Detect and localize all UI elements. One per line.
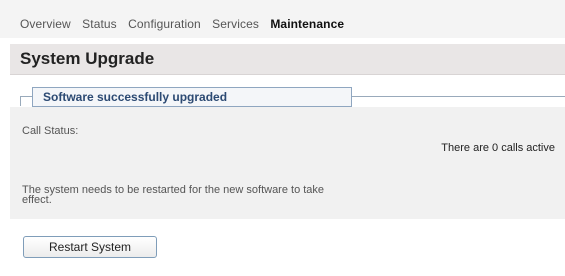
status-legend-text: Software successfully upgraded [43,90,228,104]
nav-configuration[interactable]: Configuration [128,17,201,31]
nav-status[interactable]: Status [82,17,117,31]
call-status-label: Call Status: [22,125,79,137]
restart-note: The system needs to be restarted for the… [22,184,325,206]
nav-maintenance[interactable]: Maintenance [270,17,344,31]
page-title-bar: System Upgrade [10,44,565,75]
restart-system-button[interactable]: Restart System [23,236,157,258]
call-status-value: There are 0 calls active [441,142,555,154]
call-status-section: Call Status: There are 0 calls active Th… [10,107,565,219]
fieldset-border-left [20,96,21,106]
page-title: System Upgrade [20,49,155,68]
nav-services[interactable]: Services [212,17,259,31]
top-navigation: Overview Status Configuration Services M… [0,0,565,38]
nav-overview[interactable]: Overview [20,17,71,31]
status-legend: Software successfully upgraded [32,87,352,107]
nav-items: Overview Status Configuration Services M… [20,17,352,31]
